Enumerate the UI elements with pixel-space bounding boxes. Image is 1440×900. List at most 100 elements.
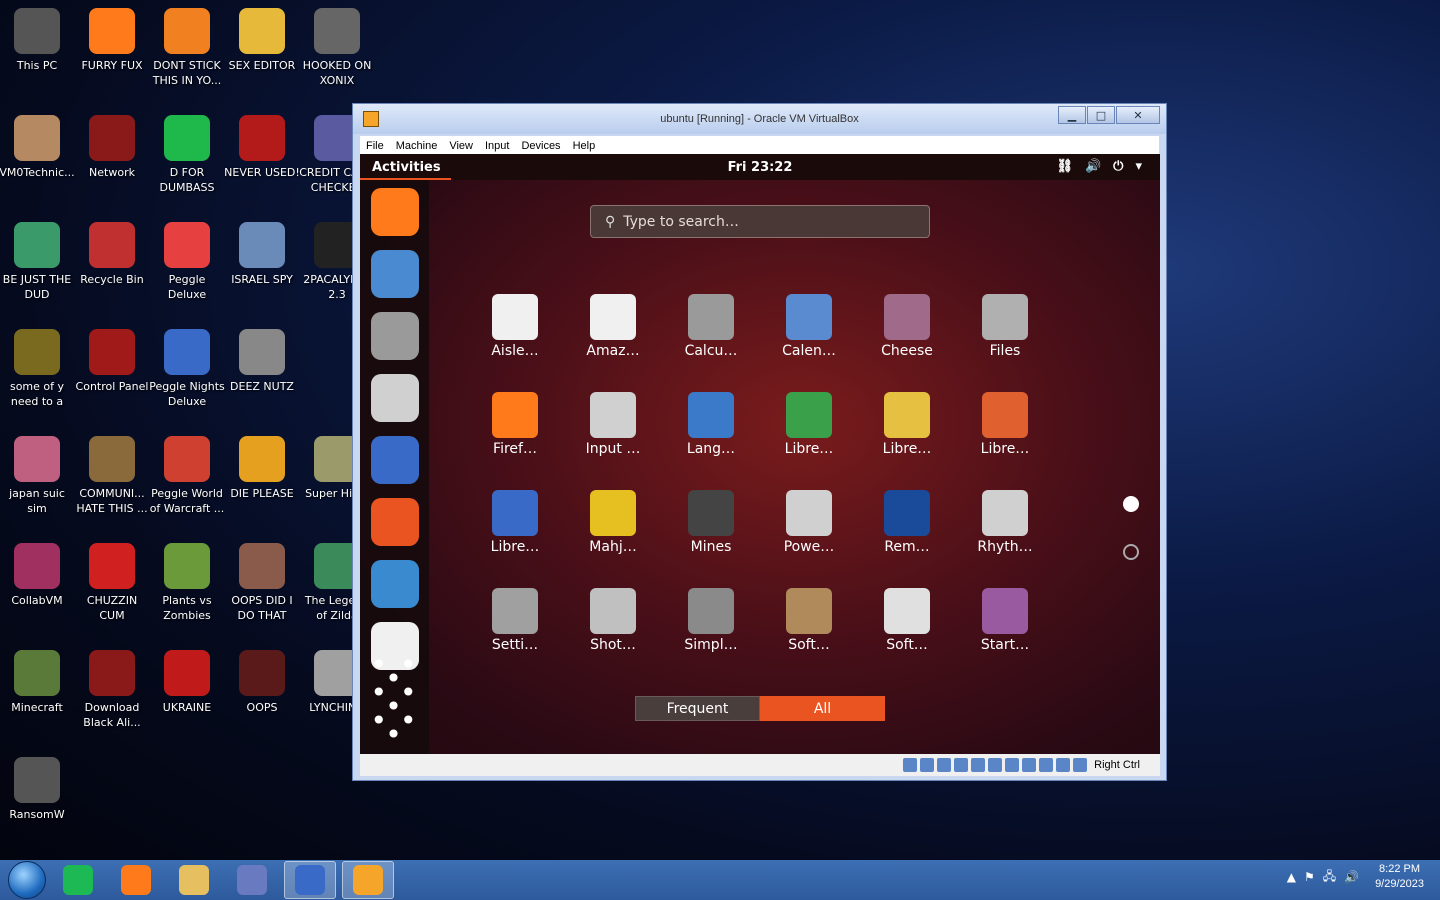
activities-button[interactable]: Activities: [360, 154, 451, 180]
desktop-icon[interactable]: japan suic sim: [0, 430, 75, 516]
virtualbox-window[interactable]: ubuntu [Running] - Oracle VM VirtualBox …: [352, 103, 1167, 781]
thunderbird-icon[interactable]: [370, 250, 419, 298]
desktop-icon[interactable]: DIE PLEASE: [224, 430, 300, 501]
desktop-icon[interactable]: VM0Technic...: [0, 109, 75, 180]
desktop-icon[interactable]: OOPS DID I DO THAT: [224, 537, 300, 623]
desktop-icon[interactable]: NEVER USED!: [224, 109, 300, 180]
tab-all[interactable]: All: [760, 696, 885, 721]
mouse-integration-icon[interactable]: [1056, 758, 1071, 772]
tab-frequent[interactable]: Frequent: [635, 696, 760, 721]
shared-folder-icon[interactable]: [988, 758, 1003, 772]
app-launcher[interactable]: Setti…: [470, 588, 560, 653]
app-launcher[interactable]: Amaz…: [568, 294, 658, 359]
desktop-icon[interactable]: Peggle World of Warcraft ...: [149, 430, 225, 516]
desktop-icon[interactable]: CollabVM: [0, 537, 75, 608]
app-launcher[interactable]: Libre…: [470, 490, 560, 555]
app-launcher[interactable]: Libre…: [862, 392, 952, 457]
app-launcher[interactable]: Libre…: [764, 392, 854, 457]
app-launcher[interactable]: Powe…: [764, 490, 854, 555]
app-launcher[interactable]: Start…: [960, 588, 1050, 653]
desktop-icon[interactable]: ISRAEL SPY: [224, 216, 300, 287]
app-launcher[interactable]: Lang…: [666, 392, 756, 457]
app-launcher[interactable]: Cheese: [862, 294, 952, 359]
app-launcher[interactable]: Input …: [568, 392, 658, 457]
audio-icon[interactable]: [937, 758, 952, 772]
power-icon[interactable]: ⏻: [1113, 159, 1123, 174]
desktop-icon[interactable]: DONT STICK THIS IN YO...: [149, 2, 225, 88]
desktop-icon[interactable]: Minecraft: [0, 644, 75, 715]
desktop-icon[interactable]: Recycle Bin: [74, 216, 150, 287]
taskbar-item[interactable]: [110, 861, 162, 899]
menu-machine[interactable]: Machine: [390, 140, 444, 152]
desktop-icon[interactable]: SEX EDITOR: [224, 2, 300, 73]
usb-icon[interactable]: [971, 758, 986, 772]
desktop-icon[interactable]: Network: [74, 109, 150, 180]
desktop-icon[interactable]: DEEZ NUTZ: [224, 323, 300, 394]
menu-help[interactable]: Help: [567, 140, 602, 152]
firefox-icon[interactable]: [370, 188, 419, 236]
network-icon[interactable]: 🖧: [1323, 867, 1336, 888]
app-launcher[interactable]: Rem…: [862, 490, 952, 555]
desktop-icon[interactable]: HOOKED ON XONIX: [299, 2, 375, 88]
app-launcher[interactable]: Libre…: [960, 392, 1050, 457]
keyboard-capture-icon[interactable]: [1073, 758, 1088, 772]
taskbar-item[interactable]: [226, 861, 278, 899]
desktop-icon[interactable]: FURRY FUX: [74, 2, 150, 73]
volume-icon[interactable]: 🔊: [1344, 870, 1359, 884]
minimize-button[interactable]: ▁: [1058, 106, 1086, 124]
network-icon[interactable]: ⛓: [1056, 159, 1073, 174]
recording-icon[interactable]: [1022, 758, 1037, 772]
search-input[interactable]: ⚲ Type to search…: [590, 205, 930, 238]
action-center-flag-icon[interactable]: ⚑: [1304, 870, 1315, 884]
page-indicator[interactable]: [1123, 544, 1139, 560]
desktop-icon[interactable]: UKRAINE: [149, 644, 225, 715]
help-icon[interactable]: [370, 560, 419, 608]
app-launcher[interactable]: Calen…: [764, 294, 854, 359]
desktop-icon[interactable]: D FOR DUMBASS: [149, 109, 225, 195]
app-launcher[interactable]: Rhyth…: [960, 490, 1050, 555]
close-button[interactable]: ✕: [1116, 106, 1160, 124]
menu-view[interactable]: View: [443, 140, 479, 152]
app-launcher[interactable]: Aisle…: [470, 294, 560, 359]
desktop-icon[interactable]: Plants vs Zombies: [149, 537, 225, 623]
writer-icon[interactable]: [370, 436, 419, 484]
desktop-icon[interactable]: BE JUST THE DUD: [0, 216, 75, 302]
rhythmbox-icon[interactable]: [370, 374, 419, 422]
chevron-down-icon[interactable]: ▾: [1135, 159, 1142, 174]
desktop-icon[interactable]: Download Black Ali...: [74, 644, 150, 730]
app-launcher[interactable]: Soft…: [764, 588, 854, 653]
window-titlebar[interactable]: ubuntu [Running] - Oracle VM VirtualBox …: [353, 104, 1166, 134]
taskbar-clock[interactable]: 8:22 PM 9/29/2023: [1375, 862, 1424, 892]
desktop-icon[interactable]: Control Panel: [74, 323, 150, 394]
taskbar-item[interactable]: [168, 861, 220, 899]
app-launcher[interactable]: Soft…: [862, 588, 952, 653]
desktop-icon[interactable]: Peggle Deluxe: [149, 216, 225, 302]
menu-devices[interactable]: Devices: [515, 140, 566, 152]
display-icon[interactable]: [1005, 758, 1020, 772]
page-indicator-active[interactable]: [1123, 496, 1139, 512]
desktop-icon[interactable]: This PC: [0, 2, 75, 73]
maximize-button[interactable]: □: [1087, 106, 1115, 124]
taskbar-item[interactable]: [284, 861, 336, 899]
desktop-icon[interactable]: CHUZZIN CUM: [74, 537, 150, 623]
app-launcher[interactable]: Shot…: [568, 588, 658, 653]
hard-disk-icon[interactable]: [903, 758, 918, 772]
optical-drive-icon[interactable]: [920, 758, 935, 772]
start-button[interactable]: [8, 861, 46, 899]
files-icon[interactable]: [370, 312, 419, 360]
desktop-icon[interactable]: OOPS: [224, 644, 300, 715]
network-adapter-icon[interactable]: [954, 758, 969, 772]
app-launcher[interactable]: Simpl…: [666, 588, 756, 653]
show-applications-icon[interactable]: • • • • • • • • •: [360, 651, 429, 749]
show-hidden-icons-icon[interactable]: ▲: [1287, 870, 1296, 884]
menu-input[interactable]: Input: [479, 140, 515, 152]
ubuntu-screen[interactable]: Activities Fri 23:22 ⛓ 🔊 ⏻ ▾ • • • • • • •…: [360, 154, 1160, 754]
cpu-icon[interactable]: [1039, 758, 1054, 772]
taskbar-item[interactable]: [342, 861, 394, 899]
app-launcher[interactable]: Mines: [666, 490, 756, 555]
volume-icon[interactable]: 🔊: [1085, 159, 1101, 174]
desktop-icon[interactable]: COMMUNI... HATE THIS ...: [74, 430, 150, 516]
desktop-icon[interactable]: some of y need to a: [0, 323, 75, 409]
app-launcher[interactable]: Mahj…: [568, 490, 658, 555]
menu-file[interactable]: File: [360, 140, 390, 152]
